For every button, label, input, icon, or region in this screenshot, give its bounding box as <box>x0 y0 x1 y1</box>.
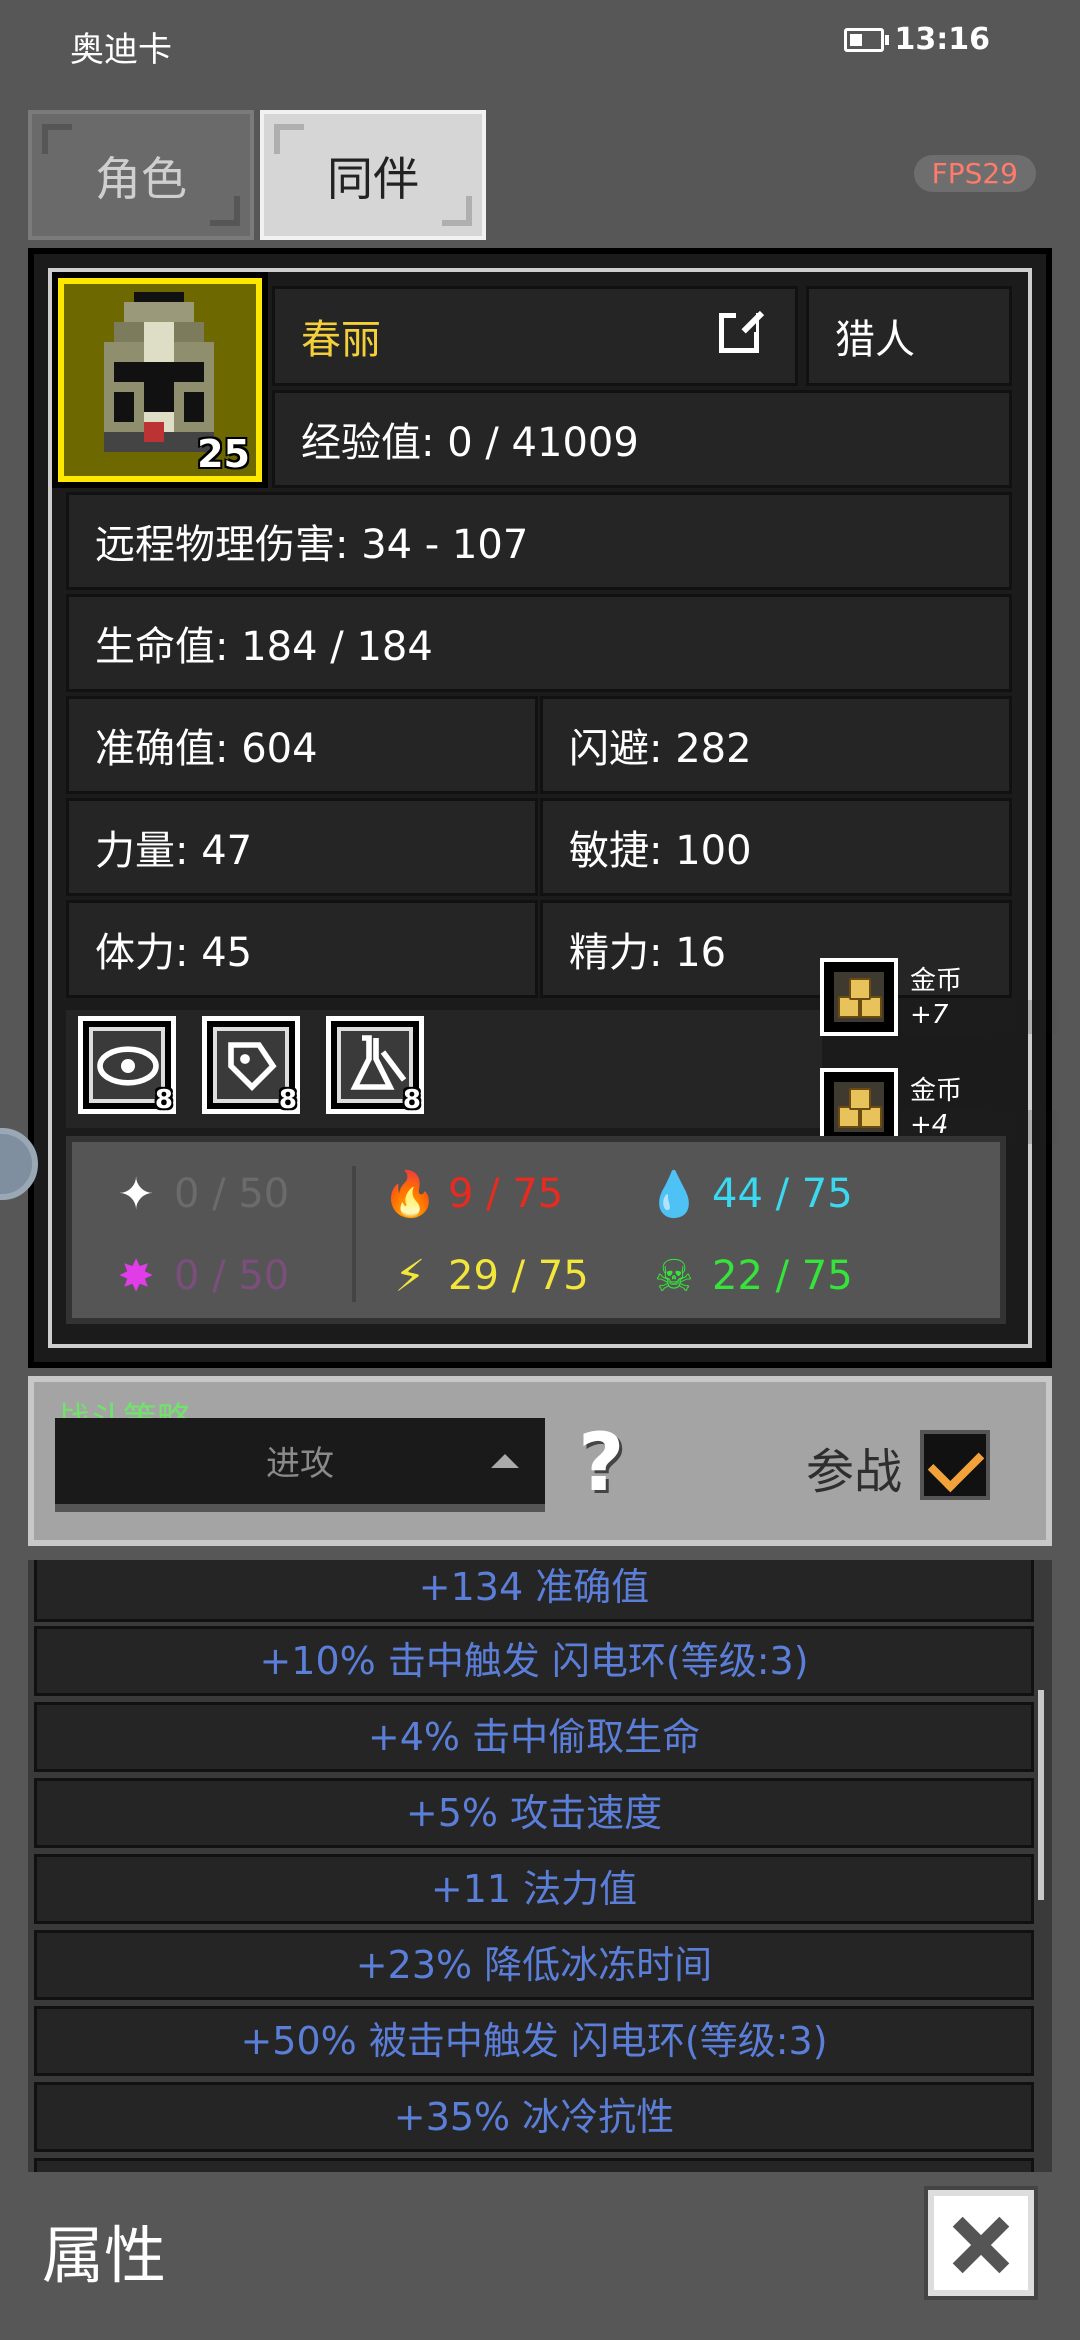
item-count: 8 <box>278 1085 297 1115</box>
list-item: +11 法力值 <box>34 2158 1034 2172</box>
list-item: +50% 被击中触发 闪电环(等级:3) <box>34 2006 1034 2076</box>
character-name: 春丽 <box>301 317 381 363</box>
agility-text: 敏捷: 100 <box>569 828 752 874</box>
list-item: +35% 冰冷抗性 <box>34 2082 1034 2152</box>
help-icon[interactable]: ? <box>578 1423 638 1503</box>
affix-scrollbar[interactable] <box>1038 1690 1044 1900</box>
tab-role-label: 角色 <box>95 152 187 206</box>
list-item: +5% 攻击速度 <box>34 1778 1034 1848</box>
loot-label: 金币 <box>910 1076 963 1106</box>
battery-icon <box>844 28 889 52</box>
gold-coin-icon <box>820 958 898 1036</box>
list-item: +134 准确值 <box>34 1560 1034 1622</box>
fps-counter: FPS29 <box>913 155 1036 192</box>
resist-physical: ✦ 0 / 50 <box>108 1166 290 1222</box>
strength-text: 力量: 47 <box>95 828 253 874</box>
resist-physical-value: 0 / 50 <box>174 1171 290 1217</box>
list-item: +4% 击中偷取生命 <box>34 1702 1034 1772</box>
join-battle-checkbox[interactable] <box>920 1430 990 1500</box>
item-slot-tag[interactable]: 8 <box>202 1016 300 1115</box>
stat-hp: 生命值: 184 / 184 <box>66 594 1012 692</box>
character-level: 25 <box>197 432 250 476</box>
character-portrait[interactable]: 25 <box>52 272 268 488</box>
join-battle-label: 参战 <box>806 1444 903 1500</box>
edit-icon[interactable] <box>719 310 765 353</box>
resistance-panel: ✦ 0 / 50 🔥 9 / 75 💧 44 / 75 ✸ 0 / 50 ⚡ 2… <box>66 1136 1006 1324</box>
stat-strength: 力量: 47 <box>66 798 538 896</box>
resist-arcane-value: 0 / 50 <box>174 1253 290 1299</box>
stat-agility: 敏捷: 100 <box>540 798 1012 896</box>
resist-cold-value: 44 / 75 <box>712 1171 853 1217</box>
stat-stamina: 体力: 45 <box>66 900 538 998</box>
resist-fire: 🔥 9 / 75 <box>382 1166 564 1222</box>
list-item: +23% 降低冰冻时间 <box>34 1930 1034 2000</box>
experience: 经验值: 0 / 41009 <box>301 420 639 466</box>
hp-text: 生命值: 184 / 184 <box>95 624 433 670</box>
page-title: 属性 <box>42 2219 167 2292</box>
tab-companion[interactable]: 同伴 <box>260 110 486 240</box>
stat-ranged-damage: 远程物理伤害: 34 - 107 <box>66 492 1012 590</box>
tab-role[interactable]: 角色 <box>28 110 254 240</box>
strategy-selected: 进攻 <box>266 1444 334 1484</box>
resist-poison-value: 22 / 75 <box>712 1253 853 1299</box>
character-class-cell: 猎人 <box>806 286 1012 386</box>
close-button[interactable] <box>924 2186 1038 2300</box>
caret-up-icon <box>491 1454 519 1468</box>
energy-text: 精力: 16 <box>569 930 727 976</box>
tag-icon <box>228 1042 277 1091</box>
resist-cold: 💧 44 / 75 <box>646 1166 853 1222</box>
stat-accuracy: 准确值: 604 <box>66 696 538 794</box>
character-name-cell[interactable]: 春丽 <box>272 286 798 386</box>
item-slot-eye[interactable]: 8 <box>78 1016 176 1115</box>
arcane-burst-icon: ✸ <box>117 1250 155 1302</box>
eye-icon <box>97 1046 159 1086</box>
experience-cell: 经验值: 0 / 41009 <box>272 390 1012 488</box>
fire-icon: 🔥 <box>382 1169 438 1220</box>
strategy-dropdown[interactable]: 进攻 <box>55 1418 545 1512</box>
skull-icon: ☠ <box>654 1250 694 1302</box>
item-bar: 8 8 8 <box>66 1010 822 1128</box>
stamina-text: 体力: 45 <box>95 930 253 976</box>
tab-companion-label: 同伴 <box>327 152 419 206</box>
water-drop-icon: 💧 <box>646 1169 702 1220</box>
lightning-icon: ⚡ <box>394 1250 426 1302</box>
character-class: 猎人 <box>835 317 915 363</box>
item-slot-flask[interactable]: 8 <box>326 1016 424 1115</box>
loot-notification: 金币 +7 <box>820 958 1060 1040</box>
list-item: +11 法力值 <box>34 1854 1034 1924</box>
resist-fire-value: 9 / 75 <box>448 1171 564 1217</box>
resist-poison: ☠ 22 / 75 <box>646 1248 853 1304</box>
status-time: 13:16 <box>894 22 991 57</box>
stat-dodge: 闪避: 282 <box>540 696 1012 794</box>
ranged-damage-text: 远程物理伤害: 34 - 107 <box>95 522 529 568</box>
status-carrier: 奥迪卡 <box>70 30 172 70</box>
item-count: 8 <box>402 1085 421 1115</box>
flask-icon <box>350 1035 407 1090</box>
item-count: 8 <box>154 1085 173 1115</box>
gold-coin-icon <box>820 1068 898 1146</box>
list-item: +10% 击中触发 闪电环(等级:3) <box>34 1626 1034 1696</box>
accuracy-text: 准确值: 604 <box>95 726 318 772</box>
loot-amount: +7 <box>902 1000 1060 1034</box>
sword-icon: ✦ <box>117 1168 155 1220</box>
dodge-text: 闪避: 282 <box>569 726 752 772</box>
loot-label: 金币 <box>910 966 963 996</box>
resist-arcane: ✸ 0 / 50 <box>108 1248 290 1304</box>
resist-lightning-value: 29 / 75 <box>448 1253 589 1299</box>
resist-lightning: ⚡ 29 / 75 <box>382 1248 589 1304</box>
affix-list[interactable]: +134 准确值 +10% 击中触发 闪电环(等级:3) +4% 击中偷取生命 … <box>28 1560 1052 2172</box>
